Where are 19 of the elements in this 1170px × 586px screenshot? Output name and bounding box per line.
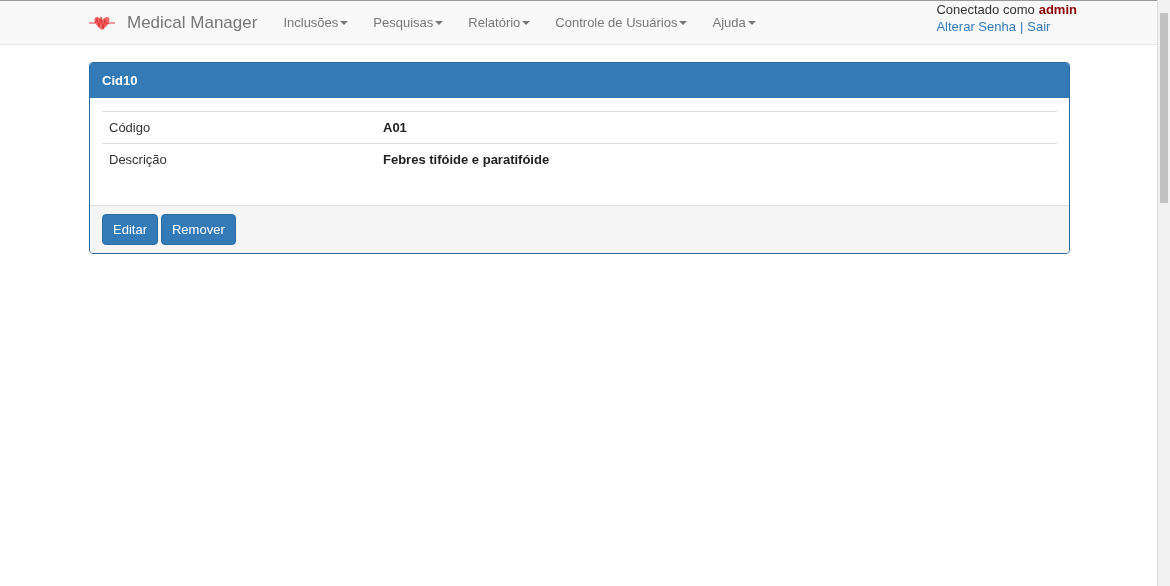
nav-menu[interactable]: Relatório bbox=[468, 15, 531, 30]
nav-menu[interactable]: Controle de Usuários bbox=[555, 15, 688, 30]
session-link[interactable]: Sair bbox=[1027, 18, 1051, 35]
panel-title: Cid10 bbox=[90, 63, 1069, 98]
action-button[interactable]: Remover bbox=[160, 214, 236, 245]
nav-menu[interactable]: Inclusões bbox=[283, 15, 349, 30]
session-link[interactable]: Alterar Senha bbox=[936, 18, 1016, 35]
heartbeat-icon bbox=[89, 14, 115, 31]
field-value: Febres tifóide e paratifóide bbox=[383, 152, 551, 167]
field-label: Descrição bbox=[109, 152, 168, 167]
field-label: Código bbox=[109, 120, 152, 135]
field-value: A01 bbox=[383, 120, 408, 135]
connected-label: Conectado como bbox=[936, 1, 1035, 18]
nav-menu[interactable]: Ajuda bbox=[712, 15, 756, 30]
link-separator: | bbox=[1019, 18, 1024, 35]
username: admin bbox=[1038, 1, 1077, 18]
action-button[interactable]: Editar bbox=[102, 214, 158, 245]
brand-title[interactable]: Medical Manager bbox=[127, 12, 258, 33]
nav-menu[interactable]: Pesquisas bbox=[373, 15, 444, 30]
